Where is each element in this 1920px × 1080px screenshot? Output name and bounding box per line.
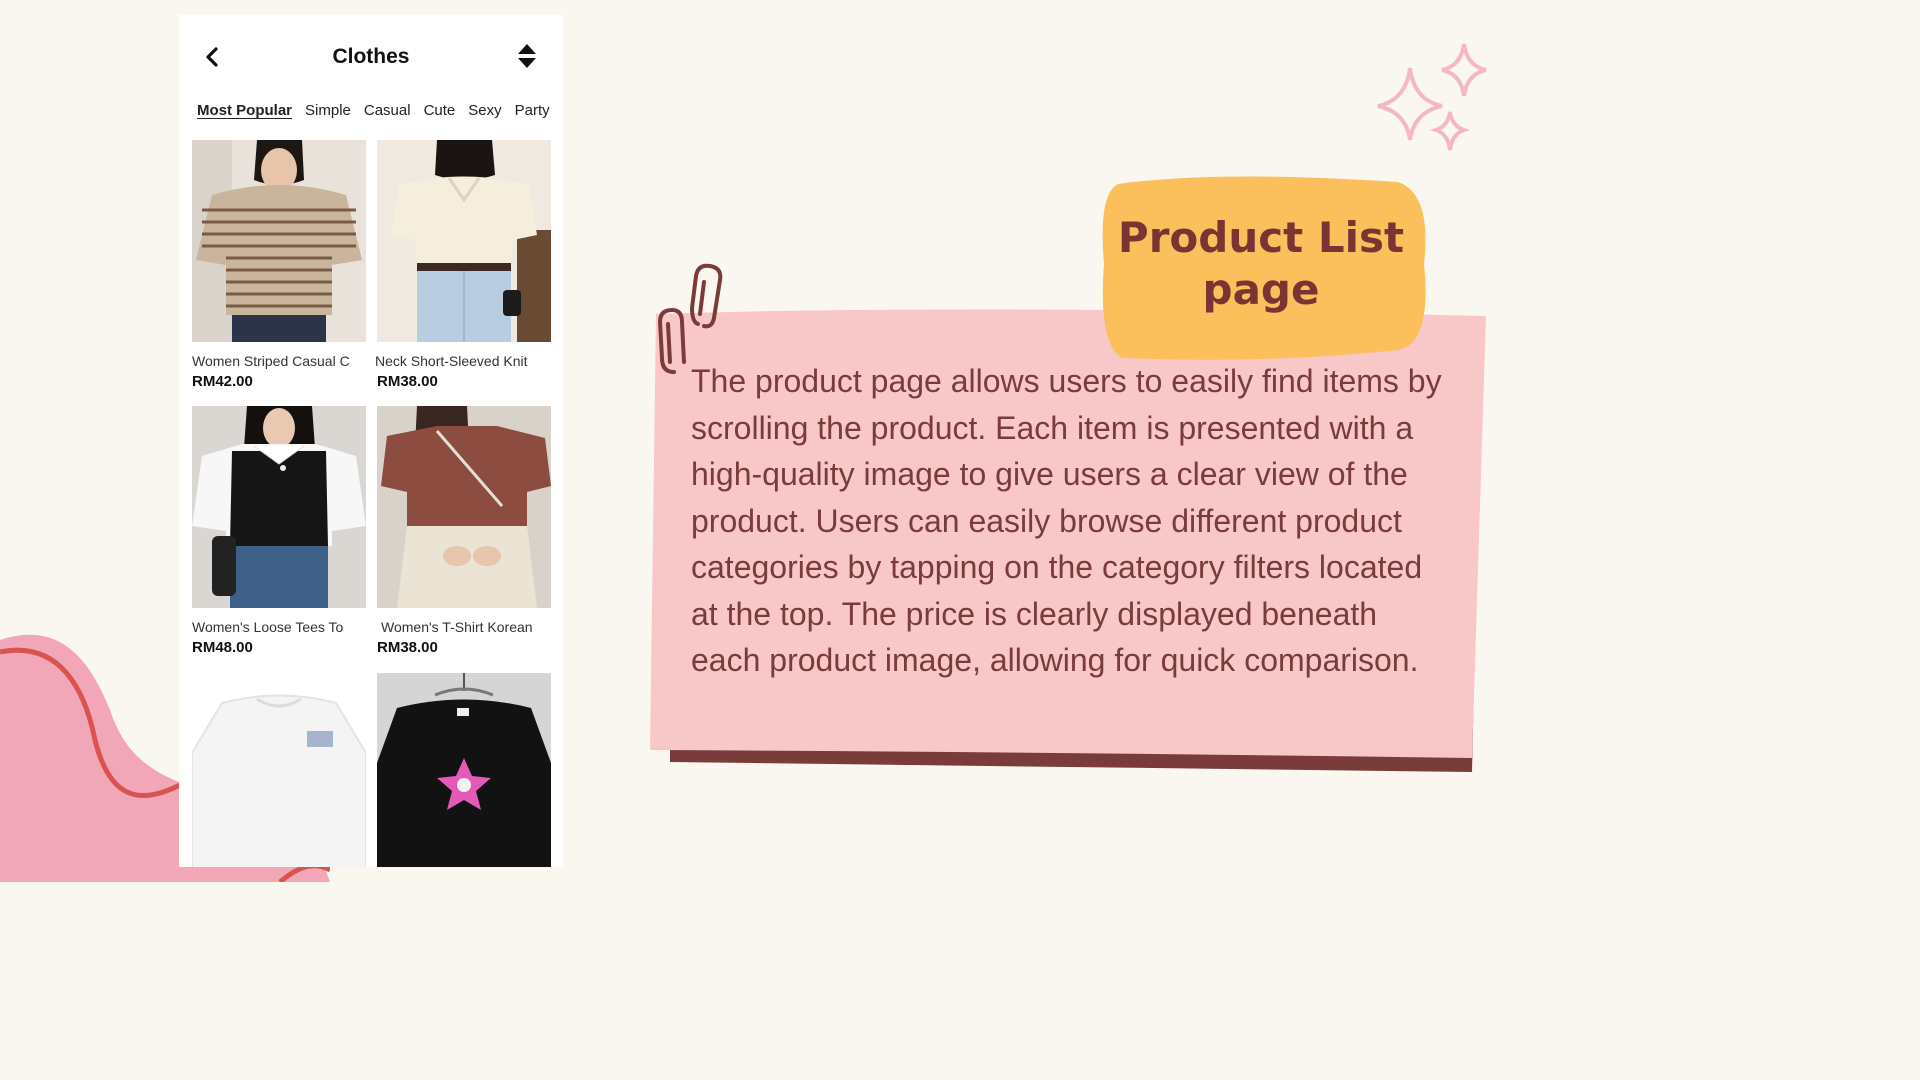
tab-simple[interactable]: Simple [305,102,351,119]
product-price: RM38.00 [377,373,438,390]
tab-cute[interactable]: Cute [424,102,456,119]
product-image [192,135,366,342]
product-card[interactable]: Women Striped Casual C RM42.00 [192,135,366,390]
tab-sexy[interactable]: Sexy [468,102,501,119]
tab-casual[interactable]: Casual [364,102,411,119]
note-body: The product page allows users to easily … [691,363,1442,678]
product-image [192,400,366,608]
tab-party[interactable]: Party [515,102,550,119]
product-name: Neck Short-Sleeved Knit [375,353,528,369]
product-image [377,673,551,867]
product-image [191,673,367,867]
product-card[interactable]: Neck Short-Sleeved Knit RM38.00 [375,135,551,390]
product-card[interactable]: Women's T-Shirt Korean RM38.00 [377,402,551,656]
product-name: Women's T-Shirt Korean [381,619,533,635]
page-title: Clothes [332,45,410,68]
product-card[interactable]: Women's Loose Tees To RM48.00 [192,400,366,656]
phone-screen: Clothes Most Popular Simple Casual Cute Sexy… [179,15,563,867]
product-name: Women's Loose Tees To [192,619,344,635]
product-price: RM48.00 [192,639,253,656]
sort-updown-icon[interactable] [515,43,539,69]
tab-most-popular[interactable]: Most Popular [197,102,292,119]
product-image [377,402,551,608]
product-card[interactable] [377,673,551,867]
sparkles-icon [1377,43,1487,151]
product-image [377,135,551,342]
product-name: Women Striped Casual C [192,353,350,369]
top-bar: Clothes [179,15,563,95]
product-price: RM38.00 [377,639,438,656]
product-price: RM42.00 [192,373,253,390]
category-tabs: Most Popular Simple Casual Cute Sexy Party [197,102,563,119]
note-heading: Product List page [1117,213,1405,314]
product-card[interactable] [191,673,367,867]
